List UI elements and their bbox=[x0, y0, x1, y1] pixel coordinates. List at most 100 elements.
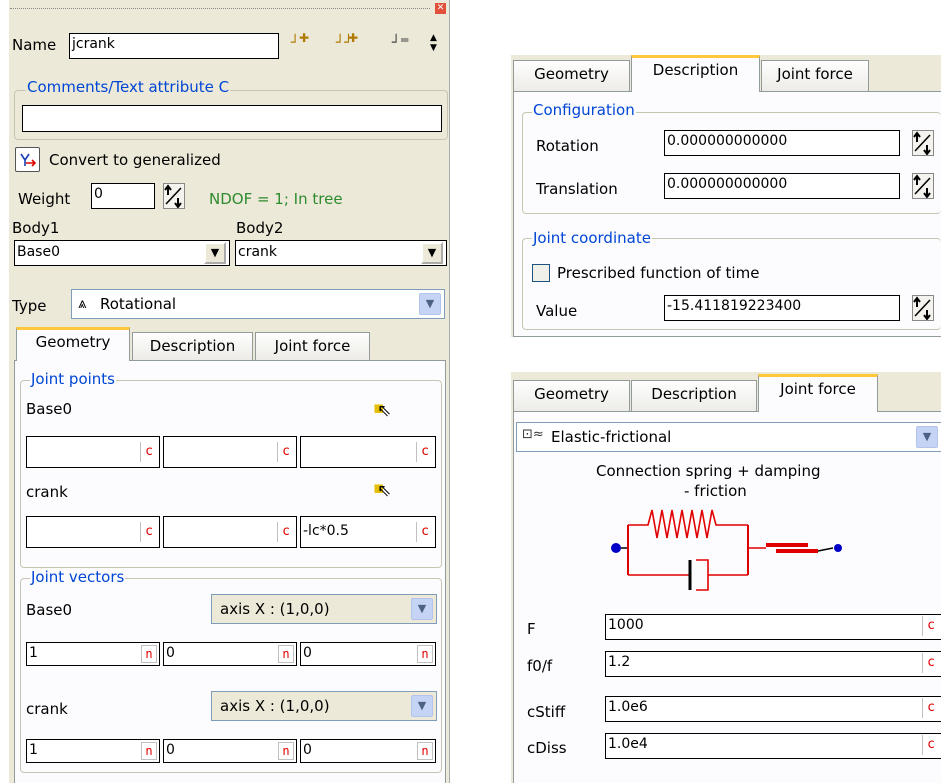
base-vector-x[interactable]: 1n bbox=[26, 642, 160, 666]
type-value: Rotational bbox=[100, 295, 177, 313]
base-vector-y[interactable]: 0n bbox=[163, 642, 297, 666]
tab-geometry[interactable]: Geometry bbox=[513, 60, 630, 92]
tab-joint-force[interactable]: Joint force bbox=[758, 374, 878, 412]
weight-spin-button[interactable] bbox=[163, 183, 185, 209]
tab-description[interactable]: Description bbox=[631, 55, 760, 92]
rotation-spin-button[interactable] bbox=[912, 130, 934, 156]
crank-point-x[interactable]: c bbox=[26, 516, 160, 548]
body1-dropdown-button[interactable]: ▼ bbox=[204, 242, 226, 264]
close-icon[interactable]: ✕ bbox=[435, 3, 446, 14]
tab-joint-force[interactable]: Joint force bbox=[255, 332, 370, 361]
param-cstiff-label: cStiff bbox=[527, 703, 566, 721]
name-input[interactable]: jcrank bbox=[69, 33, 279, 59]
spin-arrows-icon bbox=[913, 131, 931, 156]
crank-vector-z[interactable]: 0n bbox=[300, 739, 436, 763]
c-marker[interactable]: c bbox=[277, 522, 294, 542]
comments-input[interactable] bbox=[22, 105, 442, 132]
body1-select[interactable]: Base0 bbox=[14, 240, 230, 266]
remove-element-icon[interactable]: ┘ ═ bbox=[392, 33, 414, 57]
rotation-input[interactable]: 0.000000000000 bbox=[664, 130, 900, 156]
type-select[interactable]: ⩓ Rotational ▼ bbox=[71, 289, 445, 319]
panel-grip[interactable] bbox=[10, 8, 430, 11]
force-type-value: Elastic-frictional bbox=[551, 428, 672, 446]
base-axis-select[interactable]: axis X : (1,0,0) ▼ bbox=[211, 594, 437, 624]
c-marker[interactable]: c bbox=[922, 698, 939, 718]
param-f0f-input[interactable]: 1.2 c bbox=[605, 651, 941, 677]
param-cdiss-label: cDiss bbox=[527, 739, 567, 757]
param-cdiss-input[interactable]: 1.0e4 c bbox=[605, 733, 941, 759]
param-cstiff-input[interactable]: 1.0e6 c bbox=[605, 696, 941, 722]
param-f0f-label: f0/f bbox=[527, 657, 553, 675]
param-f-input[interactable]: 1000 c bbox=[605, 614, 941, 640]
spin-arrows-icon bbox=[913, 174, 931, 199]
convert-button[interactable] bbox=[15, 147, 40, 172]
weight-label: Weight bbox=[18, 190, 71, 208]
crank-vector-x[interactable]: 1n bbox=[26, 739, 160, 763]
param-f-label: F bbox=[527, 620, 536, 638]
force-caption-line1: Connection spring + damping bbox=[596, 462, 821, 480]
base-axis-value: axis X : (1,0,0) bbox=[220, 600, 330, 618]
base-vector-z[interactable]: 0n bbox=[300, 642, 436, 666]
c-marker[interactable]: c bbox=[922, 653, 939, 673]
body2-label: Body2 bbox=[236, 219, 284, 237]
c-marker[interactable]: c bbox=[416, 522, 433, 542]
tab-geometry[interactable]: Geometry bbox=[513, 380, 630, 412]
base-point-x[interactable]: c bbox=[26, 436, 160, 468]
c-marker[interactable]: c bbox=[922, 735, 939, 755]
crank-point-y[interactable]: c bbox=[163, 516, 297, 548]
weight-input[interactable]: 0 bbox=[91, 183, 155, 209]
tab-description[interactable]: Description bbox=[132, 332, 253, 361]
body2-select[interactable]: crank bbox=[235, 240, 447, 266]
joint-vectors-title: Joint vectors bbox=[30, 568, 126, 586]
n-marker[interactable]: n bbox=[141, 645, 157, 663]
joint-vectors-base-label: Base0 bbox=[26, 601, 73, 619]
crank-axis-select[interactable]: axis X : (1,0,0) ▼ bbox=[211, 691, 437, 721]
force-type-dropdown-button[interactable]: ▼ bbox=[916, 426, 938, 448]
type-dropdown-button[interactable]: ▼ bbox=[419, 293, 441, 315]
name-label: Name bbox=[12, 36, 57, 54]
convert-icon bbox=[20, 153, 37, 167]
configuration-title: Configuration bbox=[532, 101, 636, 119]
prescribed-label: Prescribed function of time bbox=[557, 264, 760, 282]
rotational-icon: ⩓ bbox=[78, 294, 87, 312]
force-type-select[interactable]: ⊡≈ Elastic-frictional ▼ bbox=[516, 422, 941, 452]
crank-vector-y[interactable]: 0n bbox=[163, 739, 297, 763]
elastic-frictional-icon: ⊡≈ bbox=[522, 427, 544, 442]
c-marker[interactable]: c bbox=[140, 442, 157, 462]
base-axis-dropdown-button[interactable]: ▼ bbox=[411, 598, 433, 620]
pick-point-icon[interactable]: ▪ ⇖ bbox=[373, 398, 391, 421]
c-marker[interactable]: c bbox=[140, 522, 157, 542]
c-marker[interactable]: c bbox=[922, 616, 939, 636]
joint-coordinate-title: Joint coordinate bbox=[532, 229, 652, 247]
body1-label: Body1 bbox=[12, 219, 60, 237]
joint-points-crank-label: crank bbox=[26, 483, 68, 501]
n-marker[interactable]: n bbox=[417, 645, 433, 663]
translation-spin-button[interactable] bbox=[912, 173, 934, 199]
pick-point-icon[interactable]: ▪ ⇖ bbox=[373, 478, 391, 501]
value-spin-button[interactable] bbox=[912, 295, 934, 321]
prescribed-checkbox[interactable] bbox=[532, 264, 550, 282]
crank-point-z-value: -lc*0.5 bbox=[303, 523, 349, 539]
translation-label: Translation bbox=[536, 180, 618, 198]
n-marker[interactable]: n bbox=[278, 742, 294, 760]
base-point-y[interactable]: c bbox=[163, 436, 297, 468]
tab-joint-force[interactable]: Joint force bbox=[761, 60, 869, 92]
add-element-icon[interactable]: ┘ ✚ bbox=[291, 31, 313, 57]
tab-description[interactable]: Description bbox=[631, 380, 757, 412]
value-input[interactable]: -15.411819223400 bbox=[664, 295, 900, 321]
collapse-arrows-icon[interactable]: ▲ ▼ bbox=[430, 33, 442, 57]
n-marker[interactable]: n bbox=[417, 742, 433, 760]
c-marker[interactable]: c bbox=[416, 442, 433, 462]
type-label: Type bbox=[12, 297, 47, 315]
crank-axis-dropdown-button[interactable]: ▼ bbox=[411, 695, 433, 717]
crank-point-z[interactable]: -lc*0.5 c bbox=[300, 516, 436, 548]
add-multiple-icon[interactable]: ┘┘ ✚ bbox=[336, 31, 368, 57]
rotation-label: Rotation bbox=[536, 137, 599, 155]
base-point-z[interactable]: c bbox=[300, 436, 436, 468]
translation-input[interactable]: 0.000000000000 bbox=[664, 173, 900, 199]
n-marker[interactable]: n bbox=[278, 645, 294, 663]
body2-dropdown-button[interactable]: ▼ bbox=[421, 242, 443, 264]
c-marker[interactable]: c bbox=[277, 442, 294, 462]
tab-geometry[interactable]: Geometry bbox=[16, 327, 130, 361]
n-marker[interactable]: n bbox=[141, 742, 157, 760]
